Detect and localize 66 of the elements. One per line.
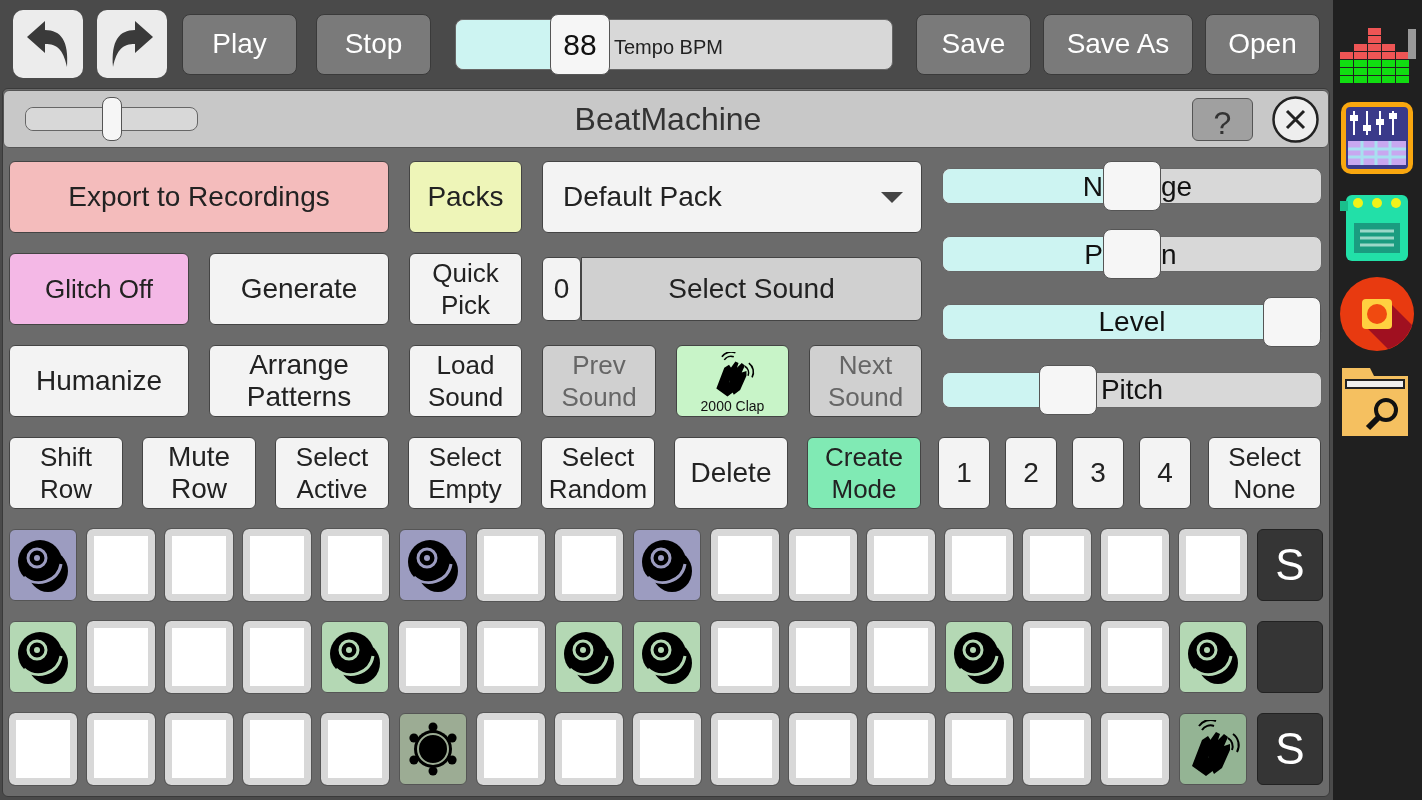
step-cell[interactable] xyxy=(633,529,701,601)
help-button[interactable]: ? xyxy=(1192,97,1253,141)
solo-button[interactable]: S xyxy=(1257,529,1323,601)
step-cell[interactable] xyxy=(1179,713,1247,785)
action-button[interactable]: Select Random xyxy=(541,437,655,509)
action-button[interactable]: Mute Row xyxy=(142,437,256,509)
action-button[interactable]: Load Sound xyxy=(409,345,522,417)
step-cell[interactable] xyxy=(555,621,623,693)
dropdown-value: Default Pack xyxy=(563,180,722,214)
slider-label: Pitch xyxy=(1100,373,1164,407)
mixer-app-icon[interactable] xyxy=(1340,101,1414,175)
slider-thumb[interactable] xyxy=(1103,161,1161,211)
zoom-thumb[interactable] xyxy=(101,97,122,141)
action-button[interactable]: Quick Pick xyxy=(409,253,522,325)
tempo-thumb[interactable]: 88 xyxy=(550,13,610,75)
step-cell[interactable] xyxy=(9,621,77,693)
action-button[interactable]: Create Mode xyxy=(807,437,921,509)
step-cell[interactable] xyxy=(399,529,467,601)
undo-button[interactable] xyxy=(13,10,83,78)
step-cell[interactable] xyxy=(399,713,467,785)
action-button[interactable]: 1 xyxy=(938,437,990,509)
step-cell[interactable] xyxy=(945,621,1013,693)
pack-dropdown[interactable]: Default Pack xyxy=(542,161,922,233)
file-button[interactable]: Open xyxy=(1205,13,1320,75)
action-button[interactable]: Export to Recordings xyxy=(9,161,389,233)
step-cell[interactable] xyxy=(633,621,701,693)
action-button[interactable]: 2 xyxy=(1005,437,1057,509)
window-title: BeatMachine xyxy=(574,100,762,139)
caret-icon xyxy=(881,191,903,203)
slider-label: Level xyxy=(1098,305,1166,339)
slider-label: N xyxy=(1082,170,1103,204)
step-cell[interactable] xyxy=(321,621,389,693)
action-button[interactable]: Generate xyxy=(209,253,389,325)
transport-button[interactable]: Stop xyxy=(316,13,431,75)
slider-thumb[interactable] xyxy=(1263,297,1321,347)
action-button[interactable]: Select Active xyxy=(275,437,389,509)
action-button[interactable]: Delete xyxy=(674,437,788,509)
action-button[interactable]: Shift Row xyxy=(9,437,123,509)
step-cell[interactable] xyxy=(9,529,77,601)
action-button[interactable]: Packs xyxy=(409,161,522,233)
action-button[interactable]: Select None xyxy=(1208,437,1321,509)
redo-button[interactable] xyxy=(97,10,167,78)
transport-button[interactable]: Play xyxy=(182,13,297,75)
action-button[interactable]: Arrange Patterns xyxy=(209,345,389,417)
solo-button[interactable]: S xyxy=(1257,713,1323,785)
action-button[interactable]: 3 xyxy=(1072,437,1124,509)
sound-pad-button[interactable]: 2000 Clap xyxy=(676,345,789,417)
tempo-label: Tempo BPM xyxy=(614,34,723,60)
select-sound-button[interactable]: Select Sound xyxy=(581,257,922,321)
slider-thumb[interactable] xyxy=(1039,365,1097,415)
slider-label: n xyxy=(1161,238,1177,272)
close-icon[interactable] xyxy=(1272,95,1319,143)
action-button[interactable]: Humanize xyxy=(9,345,189,417)
file-button[interactable]: Save As xyxy=(1043,13,1193,75)
action-button[interactable]: Select Empty xyxy=(408,437,522,509)
sound-name: 2000 Clap xyxy=(700,398,765,414)
record-app-icon[interactable] xyxy=(1340,277,1414,351)
sound-index: 0 xyxy=(542,257,581,321)
solo-button[interactable] xyxy=(1257,621,1323,693)
slider-label: ge xyxy=(1161,170,1193,204)
slider-thumb[interactable] xyxy=(1103,229,1161,279)
action-button[interactable]: Glitch Off xyxy=(9,253,189,325)
slider-label: P xyxy=(1084,238,1103,272)
action-button[interactable]: 4 xyxy=(1139,437,1191,509)
file-button[interactable]: Save xyxy=(916,13,1031,75)
step-cell[interactable] xyxy=(1179,621,1247,693)
